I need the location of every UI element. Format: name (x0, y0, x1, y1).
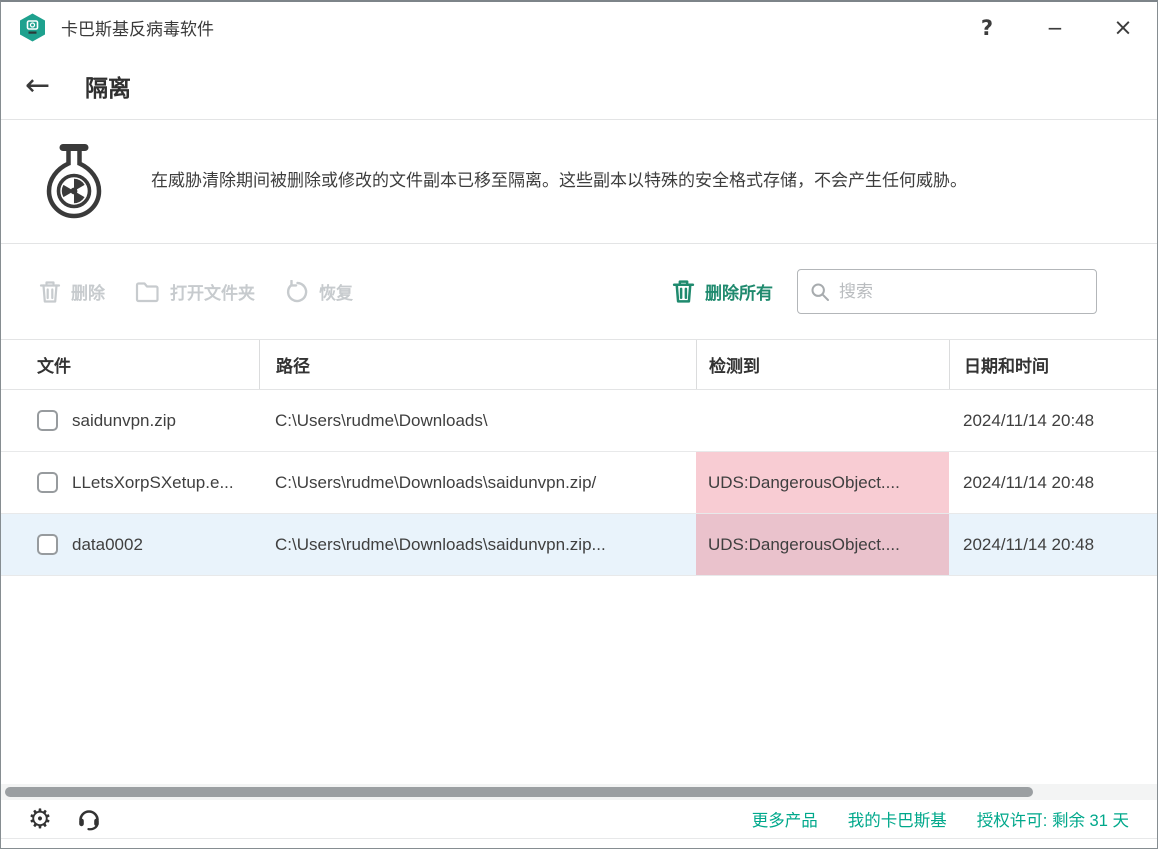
table-row[interactable]: LLetsXorpSXetup.e... C:\Users\rudme\Down… (1, 452, 1157, 514)
file-name: data0002 (72, 535, 143, 555)
datetime-cell: 2024/11/14 20:48 (949, 390, 1157, 451)
trash-icon (39, 280, 61, 304)
restore-button[interactable]: 恢复 (285, 279, 353, 304)
detection-cell: UDS:DangerousObject.... (696, 452, 949, 513)
column-header-path[interactable]: 路径 (259, 340, 696, 389)
search-icon (810, 282, 830, 302)
settings-button[interactable]: ⚙ (25, 804, 55, 834)
open-folder-label: 打开文件夹 (170, 279, 255, 304)
info-section: 在威胁清除期间被删除或修改的文件副本已移至隔离。这些副本以特殊的安全格式存储，不… (1, 120, 1157, 243)
bottom-strip (1, 838, 1157, 848)
help-button[interactable]: ? (953, 2, 1021, 53)
file-cell: saidunvpn.zip (1, 390, 259, 451)
quarantine-description: 在威胁清除期间被删除或修改的文件副本已移至隔离。这些副本以特殊的安全格式存储，不… (151, 168, 967, 194)
quarantine-flask-icon (41, 142, 107, 222)
detection-cell: UDS:DangerousObject.... (696, 514, 949, 575)
delete-all-button[interactable]: 删除所有 (672, 279, 773, 304)
page-header: ← 隔离 (1, 53, 1157, 119)
back-button[interactable]: ← (25, 71, 69, 101)
column-header-detected[interactable]: 检测到 (696, 340, 949, 389)
license-link[interactable]: 授权许可: 剩余 31 天 (977, 807, 1129, 831)
app-title: 卡巴斯基反病毒软件 (61, 15, 214, 40)
path-cell: C:\Users\rudme\Downloads\ (259, 390, 696, 451)
datetime-cell: 2024/11/14 20:48 (949, 452, 1157, 513)
table-header: 文件 路径 检测到 日期和时间 (1, 339, 1157, 390)
headset-icon (76, 806, 102, 832)
row-checkbox[interactable] (37, 472, 58, 493)
gear-icon: ⚙ (28, 806, 52, 833)
search-box (797, 269, 1097, 314)
path-cell: C:\Users\rudme\Downloads\saidunvpn.zip..… (259, 514, 696, 575)
open-folder-button[interactable]: 打开文件夹 (135, 279, 255, 304)
my-kaspersky-link[interactable]: 我的卡巴斯基 (848, 807, 947, 831)
delete-label: 删除 (71, 279, 105, 304)
horizontal-scrollbar-track[interactable] (1, 784, 1157, 800)
close-button[interactable]: × (1089, 2, 1157, 53)
title-bar: 卡巴斯基反病毒软件 ? − × (1, 2, 1157, 53)
kaspersky-window: 卡巴斯基反病毒软件 ? − × ← 隔离 在威胁清除期间被删除或修改的文件副本已… (0, 0, 1158, 849)
delete-button[interactable]: 删除 (39, 279, 105, 304)
path-cell: C:\Users\rudme\Downloads\saidunvpn.zip/ (259, 452, 696, 513)
column-header-datetime[interactable]: 日期和时间 (949, 340, 1157, 389)
table-empty-area (1, 576, 1157, 784)
delete-all-label: 删除所有 (705, 279, 773, 304)
folder-icon (135, 281, 160, 303)
file-name: saidunvpn.zip (72, 411, 176, 431)
file-cell: LLetsXorpSXetup.e... (1, 452, 259, 513)
minimize-button[interactable]: − (1021, 2, 1089, 53)
footer-bar: ⚙ 更多产品 我的卡巴斯基 授权许可: 剩余 31 天 (1, 800, 1157, 838)
table-row[interactable]: data0002 C:\Users\rudme\Downloads\saidun… (1, 514, 1157, 576)
horizontal-scrollbar-thumb[interactable] (5, 787, 1033, 797)
more-products-link[interactable]: 更多产品 (752, 807, 818, 831)
datetime-cell: 2024/11/14 20:48 (949, 514, 1157, 575)
toolbar: 删除 打开文件夹 恢复 删除所有 (1, 244, 1157, 339)
kaspersky-logo-icon (19, 13, 46, 42)
support-button[interactable] (74, 804, 104, 834)
restore-label: 恢复 (319, 279, 353, 304)
column-header-file[interactable]: 文件 (1, 352, 259, 377)
row-checkbox[interactable] (37, 534, 58, 555)
file-name: LLetsXorpSXetup.e... (72, 473, 234, 493)
detection-cell (696, 390, 949, 451)
file-cell: data0002 (1, 514, 259, 575)
table-row[interactable]: saidunvpn.zip C:\Users\rudme\Downloads\ … (1, 390, 1157, 452)
search-input[interactable] (839, 282, 1086, 302)
row-checkbox[interactable] (37, 410, 58, 431)
page-title: 隔离 (85, 69, 131, 103)
trash-icon (672, 279, 695, 304)
restore-icon (285, 280, 309, 304)
